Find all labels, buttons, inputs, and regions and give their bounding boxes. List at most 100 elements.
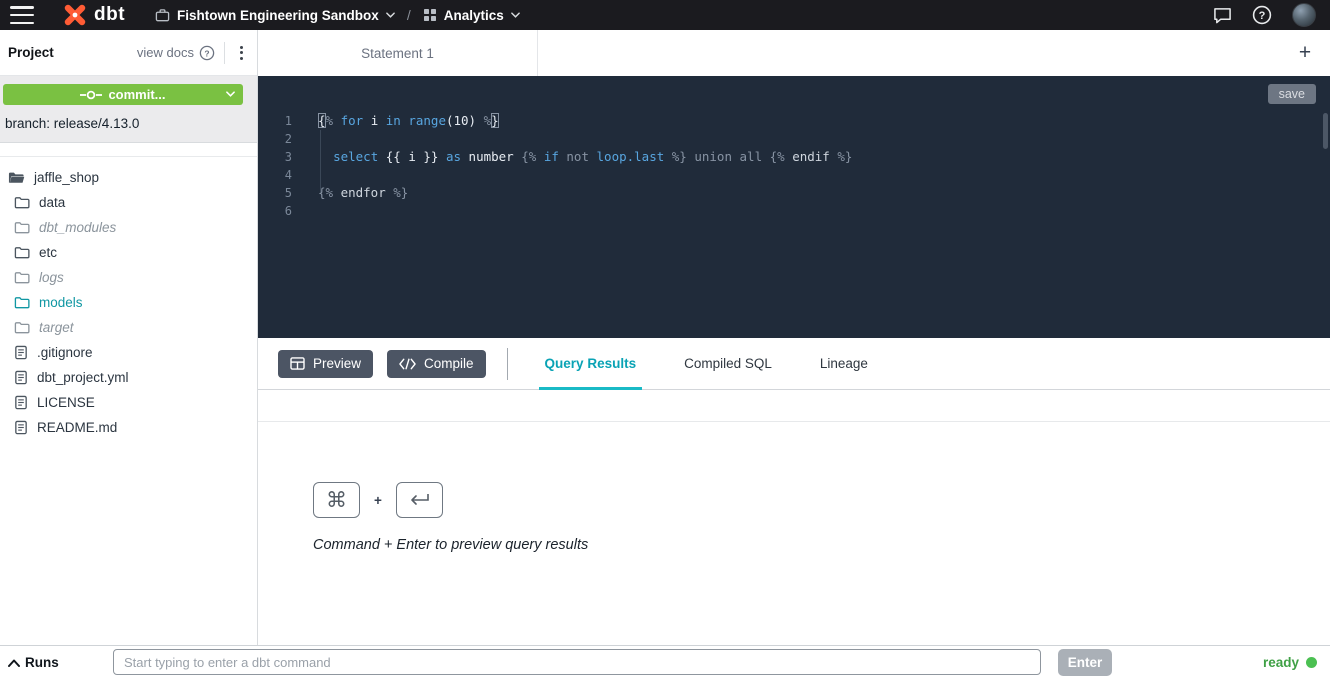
file-icon <box>14 395 28 410</box>
shortcut-hint: ⌘ + Command + Enter to preview query res… <box>313 482 588 553</box>
git-section: commit... branch: release/4.13.0 <box>0 76 257 143</box>
status-dot <box>1306 657 1317 668</box>
workspace-name: Fishtown Engineering Sandbox <box>177 8 379 23</box>
code-area[interactable]: 1{% for i in range(10) %}23 select {{ i … <box>258 112 1330 220</box>
file-tree: jaffle_shopdata dbt_modulesetc logs models t… <box>0 156 257 440</box>
dbt-logo-icon <box>62 2 88 28</box>
commit-chevron-icon[interactable] <box>226 91 235 97</box>
dbt-command-input[interactable] <box>113 649 1041 675</box>
grid-icon <box>423 8 437 22</box>
new-tab-button[interactable]: + <box>1290 30 1320 76</box>
dbt-logo-text: dbt <box>94 4 125 26</box>
line-number: 3 <box>258 148 292 166</box>
code-line-6[interactable]: 6 <box>258 202 1330 220</box>
commit-button[interactable]: commit... <box>3 84 243 105</box>
tree-item-logs[interactable]: logs <box>0 265 257 290</box>
code-line-1[interactable]: 1{% for i in range(10) %} <box>258 112 1330 130</box>
tree-item-dbt-project-yml[interactable]: dbt_project.yml <box>0 365 257 390</box>
chevron-down-icon <box>511 12 520 18</box>
results-toolbar: Preview Compile Query Results Compiled SQ… <box>258 338 1330 390</box>
commit-button-label: commit... <box>108 87 165 102</box>
tree-item-etc[interactable]: etc <box>0 240 257 265</box>
help-circle-icon: ? <box>199 45 215 61</box>
tree-item-label: logs <box>39 270 64 285</box>
tree-item-jaffle-shop[interactable]: jaffle_shop <box>0 165 257 190</box>
breadcrumb-separator: / <box>407 7 411 23</box>
tree-item-license[interactable]: LICENSE <box>0 390 257 415</box>
code-editor[interactable]: save 1{% for i in range(10) %}23 select … <box>258 76 1330 338</box>
file-icon <box>14 370 28 385</box>
branch-label: branch: release/4.13.0 <box>3 116 254 131</box>
editor-scrollbar[interactable] <box>1323 113 1328 149</box>
tree-item-label: target <box>39 320 74 335</box>
tree-item-data[interactable]: data <box>0 190 257 215</box>
toolbar-divider <box>507 348 508 380</box>
preview-button[interactable]: Preview <box>278 350 373 378</box>
code-line-3[interactable]: 3 select {{ i }} as number {% if not loo… <box>258 148 1330 166</box>
chevron-down-icon <box>386 12 395 18</box>
tree-item-label: data <box>39 195 65 210</box>
results-tabs: Query Results Compiled SQL Lineage <box>539 338 874 390</box>
tab-statement-1[interactable]: Statement 1 <box>258 30 538 76</box>
line-number: 6 <box>258 202 292 220</box>
folder-icon <box>14 321 30 334</box>
tree-item-label: dbt_project.yml <box>37 370 129 385</box>
command-key-icon: ⌘ <box>326 488 347 512</box>
tree-item-readme-md[interactable]: README.md <box>0 415 257 440</box>
code-line-2[interactable]: 2 <box>258 130 1330 148</box>
code-text: select {{ i }} as number {% if not loop.… <box>318 148 852 166</box>
tree-item-label: README.md <box>37 420 117 435</box>
chat-icon[interactable] <box>1213 6 1232 24</box>
command-status-bar: Runs Enter ready <box>0 645 1330 678</box>
dbt-logo[interactable]: dbt <box>62 2 125 28</box>
compile-button[interactable]: Compile <box>387 350 486 378</box>
briefcase-icon <box>155 8 170 23</box>
tree-item-label: etc <box>39 245 57 260</box>
help-icon[interactable]: ? <box>1252 5 1272 25</box>
enter-button[interactable]: Enter <box>1058 649 1112 676</box>
tree-item-label: .gitignore <box>37 345 93 360</box>
results-subheader <box>258 390 1330 422</box>
table-icon <box>290 357 305 370</box>
tree-item-label: dbt_modules <box>39 220 116 235</box>
enter-keycap <box>396 482 443 518</box>
header-divider <box>224 42 225 64</box>
results-content: ⌘ + Command + Enter to preview query res… <box>258 422 1330 645</box>
tree-item-label: LICENSE <box>37 395 95 410</box>
code-text: {% endfor %} <box>318 184 408 202</box>
top-navigation-bar: dbt Fishtown Engineering Sandbox / Analy… <box>0 0 1330 30</box>
sidebar-menu-icon[interactable] <box>234 44 249 62</box>
tree-item-label: models <box>39 295 83 310</box>
workspace-selector[interactable]: Fishtown Engineering Sandbox <box>155 8 395 23</box>
folder-icon <box>14 271 30 284</box>
tree-item-label: jaffle_shop <box>34 170 99 185</box>
preview-button-label: Preview <box>313 356 361 371</box>
code-line-5[interactable]: 5 {% endfor %} <box>258 184 1330 202</box>
tree-item-models[interactable]: models <box>0 290 257 315</box>
user-avatar[interactable] <box>1292 3 1316 27</box>
folder-icon <box>14 296 30 309</box>
runs-toggle[interactable]: Runs <box>8 646 59 678</box>
hamburger-menu-icon[interactable] <box>10 6 34 24</box>
folder-icon <box>14 196 30 209</box>
tree-item-target[interactable]: target <box>0 315 257 340</box>
tree-item--gitignore[interactable]: .gitignore <box>0 340 257 365</box>
tree-item-dbt-modules[interactable]: dbt_modules <box>0 215 257 240</box>
project-header: Project view docs ? <box>0 30 257 76</box>
file-icon <box>14 345 28 360</box>
line-number: 4 <box>258 166 292 184</box>
svg-text:?: ? <box>1259 10 1266 22</box>
return-key-icon <box>407 492 431 508</box>
results-tab-compiled-sql[interactable]: Compiled SQL <box>678 338 778 390</box>
results-tab-query-results[interactable]: Query Results <box>539 338 643 390</box>
code-line-4[interactable]: 4 <box>258 166 1330 184</box>
editor-tab-bar: Statement 1 + <box>258 30 1330 76</box>
results-tab-lineage[interactable]: Lineage <box>814 338 874 390</box>
view-docs-link[interactable]: view docs ? <box>137 45 215 61</box>
save-button[interactable]: save <box>1268 84 1316 104</box>
project-selector[interactable]: Analytics <box>423 8 520 23</box>
line-number: 5 <box>258 184 292 202</box>
line-number: 2 <box>258 130 292 148</box>
view-docs-label: view docs <box>137 45 194 60</box>
code-icon <box>399 358 416 370</box>
